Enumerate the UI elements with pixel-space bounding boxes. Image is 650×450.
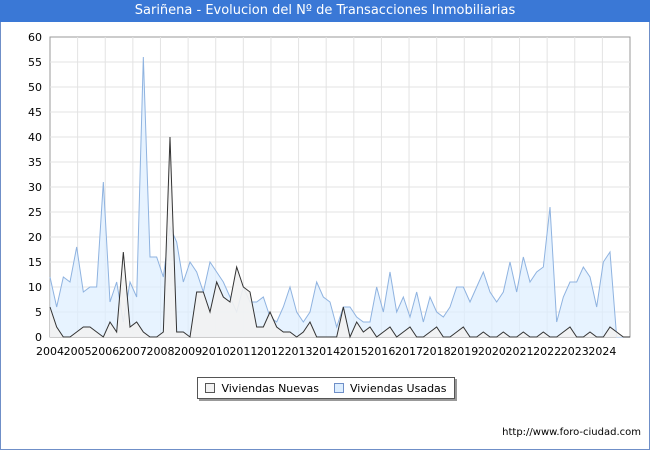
y-tick-label: 40 xyxy=(28,131,42,144)
x-tick-label: 2008 xyxy=(146,345,174,358)
x-tick-label: 2011 xyxy=(229,345,257,358)
x-tick-label: 2024 xyxy=(588,345,616,358)
x-tick-label: 2004 xyxy=(36,345,64,358)
x-tick-label: 2018 xyxy=(423,345,451,358)
x-tick-label: 2012 xyxy=(257,345,285,358)
x-tick-label: 2015 xyxy=(340,345,368,358)
y-tick-label: 10 xyxy=(28,281,42,294)
y-tick-label: 60 xyxy=(28,31,42,44)
y-tick-label: 15 xyxy=(28,256,42,269)
x-tick-label: 2022 xyxy=(533,345,561,358)
x-tick-label: 2013 xyxy=(285,345,313,358)
y-tick-label: 5 xyxy=(35,306,42,319)
legend: Viviendas Nuevas Viviendas Usadas xyxy=(197,377,455,399)
legend-swatch-usadas xyxy=(333,383,344,393)
x-tick-label: 2009 xyxy=(174,345,202,358)
y-tick-label: 50 xyxy=(28,81,42,94)
x-tick-label: 2005 xyxy=(64,345,92,358)
x-tick-label: 2019 xyxy=(450,345,478,358)
x-tick-label: 2006 xyxy=(91,345,119,358)
x-tick-label: 2016 xyxy=(367,345,395,358)
x-tick-label: 2023 xyxy=(561,345,589,358)
legend-item-usadas: Viviendas Usadas xyxy=(333,381,447,395)
legend-label-nuevas: Viviendas Nuevas xyxy=(221,381,320,395)
legend-item-nuevas: Viviendas Nuevas xyxy=(205,382,319,395)
x-tick-label: 2014 xyxy=(312,345,340,358)
y-tick-label: 30 xyxy=(28,181,42,194)
legend-label-usadas: Viviendas Usadas xyxy=(349,381,447,395)
x-tick-label: 2017 xyxy=(395,345,423,358)
y-tick-label: 0 xyxy=(35,331,42,344)
y-tick-label: 25 xyxy=(28,206,42,219)
x-axis-ticks: 2004 2005 2006 2007 2008 2009 2010 2011 2012 2013… xyxy=(36,345,616,358)
source-link[interactable]: http://www.foro-ciudad.com xyxy=(502,427,641,438)
x-tick-label: 2020 xyxy=(478,345,506,358)
x-tick-label: 2007 xyxy=(119,345,147,358)
y-axis-ticks: 0 5 10 15 20 25 30 35 40 45 50 55 60 xyxy=(28,31,42,344)
x-tick-label: 2010 xyxy=(202,345,230,358)
x-tick-label: 2021 xyxy=(506,345,534,358)
y-tick-label: 45 xyxy=(28,106,42,119)
y-tick-label: 55 xyxy=(28,56,42,69)
legend-swatch-nuevas xyxy=(205,383,216,393)
y-tick-label: 20 xyxy=(28,231,42,244)
y-tick-label: 35 xyxy=(28,156,42,169)
